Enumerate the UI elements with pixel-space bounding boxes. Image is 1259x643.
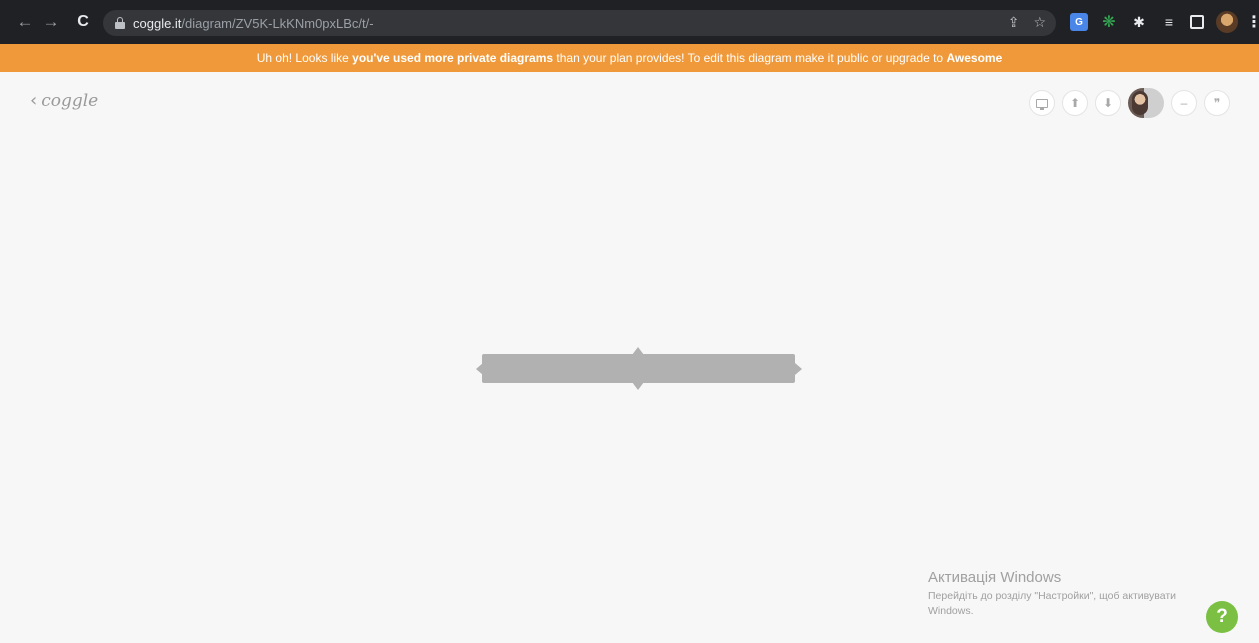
watermark-subtitle: Перейдіть до розділу "Настройки", щоб ак… [928, 590, 1177, 617]
upload-button[interactable]: ⬆ [1062, 90, 1088, 116]
present-icon [1036, 98, 1048, 110]
minus-button[interactable]: – [1171, 90, 1197, 116]
share-icon[interactable]: ⇪ [1008, 14, 1020, 31]
download-icon: ⬇ [1102, 96, 1114, 110]
banner-upgrade-link[interactable]: Awesome [946, 51, 1002, 65]
watermark-title: Активація Windows [928, 569, 1062, 586]
reload-icon[interactable]: C [70, 13, 96, 31]
node-handle-bottom[interactable] [632, 382, 644, 390]
upgrade-warning-banner: Uh oh! Looks like you've used more priva… [0, 44, 1259, 72]
central-node[interactable] [482, 354, 795, 383]
banner-text-bold-1: you've used more private diagrams [352, 51, 554, 65]
forward-icon[interactable]: → [38, 12, 64, 32]
reading-list-icon[interactable]: ≡ [1160, 13, 1178, 31]
profile-avatar[interactable] [1216, 11, 1238, 33]
address-bar[interactable]: coggle.it/diagram/ZV5K-LkKNm0pxLBc/t/- ⇪… [103, 10, 1056, 36]
present-button[interactable] [1029, 90, 1055, 116]
upload-icon: ⬆ [1069, 96, 1081, 110]
url-path: /diagram/ZV5K-LkKNm0pxLBc/t/- [181, 15, 374, 31]
chevron-left-icon: ‹ [30, 90, 38, 111]
coggle-logo-back-link[interactable]: ‹ coggle [30, 90, 98, 111]
star-icon[interactable]: ☆ [1033, 14, 1046, 31]
help-button[interactable]: ? [1206, 601, 1238, 633]
puzzle-icon[interactable]: ✱ [1130, 13, 1148, 31]
browser-toolbar: ← → C coggle.it/diagram/ZV5K-LkKNm0pxLBc… [0, 0, 1259, 44]
google-translate-icon[interactable]: G [1070, 13, 1088, 31]
chatgpt-icon[interactable]: ❋ [1100, 13, 1118, 31]
banner-text-prefix: Uh oh! Looks like [256, 51, 349, 65]
windows-activation-watermark: Активація Windows Перейдіть до розділу "… [928, 569, 1213, 619]
node-handle-right[interactable] [795, 363, 802, 375]
quote-button[interactable]: ❞ [1204, 90, 1230, 116]
diagram-toolbar: ⬆ ⬇ – ❞ [1029, 88, 1230, 118]
quote-icon: ❞ [1213, 96, 1221, 110]
collaborator-avatar[interactable] [1128, 88, 1164, 118]
url-host: coggle.it [133, 15, 182, 31]
minus-icon: – [1180, 96, 1188, 110]
side-panel-icon[interactable] [1190, 15, 1204, 29]
download-button[interactable]: ⬇ [1095, 90, 1121, 116]
logo-text: coggle [41, 90, 99, 111]
back-icon[interactable]: ← [12, 12, 38, 32]
banner-text-middle: than your plan provides! To edit this di… [556, 51, 944, 65]
lock-icon[interactable] [115, 17, 125, 29]
kebab-menu-icon[interactable]: ⋮ [1246, 13, 1259, 31]
